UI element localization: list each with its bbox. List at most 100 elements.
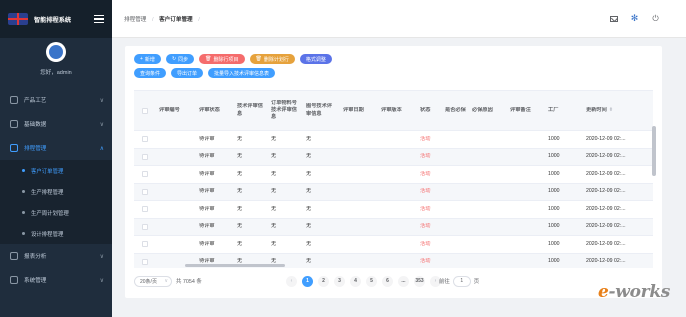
page-number-button[interactable]: 4 [350,275,361,287]
table-cell: 无 [306,135,312,142]
page-number-button[interactable]: 5 [366,275,377,287]
row-checkbox-cell[interactable] [134,241,156,248]
chevron-down-icon: ∨ [99,97,104,104]
sidebar-subitem-label: 客户订单管理 [31,168,64,175]
sidebar-item-label: 系统管理 [24,278,47,284]
row-checkbox-cell[interactable] [134,171,156,178]
row-checkbox[interactable] [142,241,148,248]
breadcrumb-item[interactable]: 排程管理 [124,17,146,23]
page-number-button[interactable]: 2 [318,275,329,287]
format-adjust-button[interactable]: 格式调整 [299,54,332,64]
add-button[interactable]: + 新增 [134,54,161,64]
table-row[interactable]: 待评审 无 无 无 活动 1000 2020-12-09 02:... [134,148,653,166]
horizontal-scrollbar[interactable] [185,264,285,267]
delete-line-item-label: 删除行项目 [213,56,239,63]
select-all-checkbox[interactable] [134,107,156,114]
sidebar-item-base-data[interactable]: 基础数据 ∨ [0,112,112,136]
vertical-scrollbar[interactable] [652,126,656,176]
column-header: 评审备注 [507,107,545,114]
sidebar-subitem-production-scheduling[interactable]: 生产排程管理 [0,181,112,202]
row-checkbox-cell[interactable] [134,223,156,230]
column-header-label: 订单物料号技术评审信息 [271,99,297,121]
table-cell: 2020-12-09 02:... [586,170,626,177]
table-cell: 活动 [420,135,431,142]
global-icon[interactable]: ✻ [630,14,639,23]
export-orders-button[interactable]: 导出订单 [171,68,204,78]
power-icon[interactable]: ⏻ [651,14,660,23]
batch-import-button[interactable]: 批量导入技术评审信息表 [208,68,276,78]
row-checkbox[interactable] [142,223,148,230]
table-header-row: 评审编号 评审状态 技术评审信息 订单物料号技术评审信息 图号技术评审信息 评审日期 评审版… [134,91,653,131]
column-header-label: 更新时间 [586,106,607,113]
column-header[interactable]: 更新时间 ⬍ [583,107,643,114]
total-count: 共 7054 条 [176,279,202,285]
row-checkbox-cell[interactable] [134,258,156,265]
table-cell: 无 [237,135,243,142]
page-number-button[interactable]: 353 [414,275,425,287]
column-header-label: 必保原因 [472,106,493,113]
watermark-text: e-works [598,282,671,302]
delete-line-item-button[interactable]: 🗑 删除行项目 [199,54,245,64]
delete-plan-line-button[interactable]: 🗑 删除计划行 [249,54,295,64]
table-cell: 无 [271,223,277,230]
table-cell: 2020-12-09 02:... [586,223,626,230]
sync-button[interactable]: ↻ 同步 [165,54,195,64]
app-title: 智能排程系统 [34,16,72,24]
avatar[interactable] [46,42,66,62]
table-row[interactable]: 待评审 无 无 无 活动 1000 2020-12-09 02:... [134,166,653,184]
row-checkbox-cell[interactable] [134,136,156,143]
table-row[interactable]: 待评审 无 无 无 活动 1000 2020-12-09 02:... [134,131,653,149]
mail-icon[interactable] [609,14,618,23]
table-cell: 无 [271,153,277,160]
table-row[interactable]: 待评审 无 无 无 活动 1000 2020-12-09 02:... [134,183,653,201]
goto-page-input[interactable]: 1 [452,275,471,287]
table-row[interactable]: 待评审 无 无 无 活动 1000 2020-12-09 02:... [134,201,653,219]
row-checkbox[interactable] [142,136,148,143]
orders-table: 评审编号 评审状态 技术评审信息 订单物料号技术评审信息 图号技术评审信息 评审日期 评审版… [134,90,653,268]
hamburger-menu-icon[interactable] [94,15,104,23]
row-checkbox[interactable] [142,206,148,213]
prev-page-button[interactable]: ‹ [286,275,297,287]
row-checkbox-cell[interactable] [134,188,156,195]
column-header: 必保原因 [469,107,507,114]
table-cell: 待评审 [199,188,215,195]
page-ellipsis[interactable]: ... [398,275,409,287]
checkbox-icon[interactable] [142,107,148,114]
row-checkbox-cell[interactable] [134,206,156,213]
top-header: 排程管理 / 客户订单管理 / ✻ ⏻ [112,0,686,38]
sidebar-subitem-design-scheduling[interactable]: 设计排程管理 [0,223,112,244]
table-cell: 待评审 [199,135,215,142]
page-number-button[interactable]: 6 [382,275,393,287]
sidebar-item-product-process[interactable]: 产品工艺 ∨ [0,88,112,112]
column-header: 图号技术评审信息 [303,103,340,118]
column-header-label: 评审日期 [343,106,364,113]
row-checkbox[interactable] [142,171,148,178]
row-checkbox-cell[interactable] [134,153,156,160]
sidebar-subitem-label: 生产周计划管理 [31,210,69,217]
page-size-select[interactable]: 20条/页 ∨ [134,275,172,287]
sidebar-subitem-customer-orders[interactable]: 客户订单管理 [0,160,112,181]
table-cell: 无 [306,205,312,212]
table-cell: 无 [306,240,312,247]
table-row[interactable]: 待评审 无 无 无 活动 1000 2020-12-09 02:... [134,218,653,236]
sidebar-item-label: 产品工艺 [24,98,47,104]
sliders-icon [10,120,18,128]
sidebar-subitem-weekly-plan[interactable]: 生产周计划管理 [0,202,112,223]
user-box: 您好，admin [0,38,112,88]
table-cell: 无 [306,170,312,177]
table-cell: 待评审 [199,153,215,160]
breadcrumb-separator: / [151,16,154,23]
page-number-button[interactable]: 1 [302,275,313,287]
column-header: 评审状态 [196,107,234,114]
sort-icon[interactable]: ⬍ [609,107,613,113]
sidebar-item-reports[interactable]: 报表分析 ∨ [0,244,112,268]
query-conditions-button[interactable]: 查询条件 [134,68,167,78]
page-number-button[interactable]: 3 [334,275,345,287]
sidebar-item-scheduling[interactable]: 排程管理 ∧ [0,136,112,160]
table-row[interactable]: 待评审 无 无 无 活动 1000 2020-12-09 02:... [134,236,653,254]
row-checkbox[interactable] [142,258,148,265]
row-checkbox[interactable] [142,188,148,195]
row-checkbox[interactable] [142,153,148,160]
table-cell: 无 [237,188,243,195]
sidebar-item-system[interactable]: 系统管理 ∨ [0,268,112,292]
